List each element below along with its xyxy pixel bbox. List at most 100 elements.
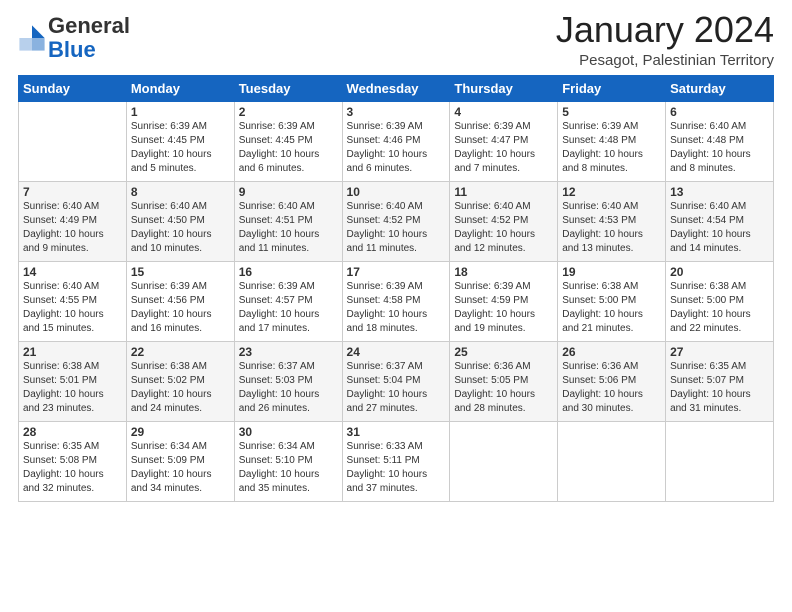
day-number: 1 <box>131 105 230 119</box>
calendar-cell: 21Sunrise: 6:38 AM Sunset: 5:01 PM Dayli… <box>19 341 127 421</box>
calendar-cell: 20Sunrise: 6:38 AM Sunset: 5:00 PM Dayli… <box>666 261 774 341</box>
day-number: 14 <box>23 265 122 279</box>
calendar-cell: 1Sunrise: 6:39 AM Sunset: 4:45 PM Daylig… <box>126 101 234 181</box>
day-number: 10 <box>347 185 446 199</box>
day-number: 17 <box>347 265 446 279</box>
day-number: 18 <box>454 265 553 279</box>
calendar-cell: 8Sunrise: 6:40 AM Sunset: 4:50 PM Daylig… <box>126 181 234 261</box>
day-number: 9 <box>239 185 338 199</box>
calendar-cell: 27Sunrise: 6:35 AM Sunset: 5:07 PM Dayli… <box>666 341 774 421</box>
header: General Blue January 2024 Pesagot, Pales… <box>18 10 774 69</box>
day-number: 5 <box>562 105 661 119</box>
subtitle: Pesagot, Palestinian Territory <box>556 52 774 69</box>
day-header-monday: Monday <box>126 75 234 101</box>
logo-blue: Blue <box>48 37 96 62</box>
day-info: Sunrise: 6:36 AM Sunset: 5:05 PM Dayligh… <box>454 360 553 416</box>
calendar-cell: 24Sunrise: 6:37 AM Sunset: 5:04 PM Dayli… <box>342 341 450 421</box>
day-info: Sunrise: 6:39 AM Sunset: 4:59 PM Dayligh… <box>454 280 553 336</box>
day-number: 29 <box>131 425 230 439</box>
calendar-cell: 23Sunrise: 6:37 AM Sunset: 5:03 PM Dayli… <box>234 341 342 421</box>
calendar-cell: 15Sunrise: 6:39 AM Sunset: 4:56 PM Dayli… <box>126 261 234 341</box>
calendar-header-row: SundayMondayTuesdayWednesdayThursdayFrid… <box>19 75 774 101</box>
day-info: Sunrise: 6:33 AM Sunset: 5:11 PM Dayligh… <box>347 440 446 496</box>
calendar-cell: 29Sunrise: 6:34 AM Sunset: 5:09 PM Dayli… <box>126 421 234 501</box>
day-info: Sunrise: 6:40 AM Sunset: 4:50 PM Dayligh… <box>131 200 230 256</box>
calendar-cell: 5Sunrise: 6:39 AM Sunset: 4:48 PM Daylig… <box>558 101 666 181</box>
day-number: 28 <box>23 425 122 439</box>
day-info: Sunrise: 6:39 AM Sunset: 4:56 PM Dayligh… <box>131 280 230 336</box>
day-number: 22 <box>131 345 230 359</box>
day-info: Sunrise: 6:39 AM Sunset: 4:47 PM Dayligh… <box>454 120 553 176</box>
day-number: 24 <box>347 345 446 359</box>
calendar-cell: 12Sunrise: 6:40 AM Sunset: 4:53 PM Dayli… <box>558 181 666 261</box>
calendar-cell: 10Sunrise: 6:40 AM Sunset: 4:52 PM Dayli… <box>342 181 450 261</box>
day-number: 15 <box>131 265 230 279</box>
day-info: Sunrise: 6:38 AM Sunset: 5:00 PM Dayligh… <box>562 280 661 336</box>
week-row-2: 7Sunrise: 6:40 AM Sunset: 4:49 PM Daylig… <box>19 181 774 261</box>
calendar-cell: 7Sunrise: 6:40 AM Sunset: 4:49 PM Daylig… <box>19 181 127 261</box>
day-number: 12 <box>562 185 661 199</box>
day-number: 6 <box>670 105 769 119</box>
day-info: Sunrise: 6:40 AM Sunset: 4:54 PM Dayligh… <box>670 200 769 256</box>
day-info: Sunrise: 6:40 AM Sunset: 4:51 PM Dayligh… <box>239 200 338 256</box>
day-info: Sunrise: 6:38 AM Sunset: 5:02 PM Dayligh… <box>131 360 230 416</box>
day-number: 27 <box>670 345 769 359</box>
day-info: Sunrise: 6:40 AM Sunset: 4:49 PM Dayligh… <box>23 200 122 256</box>
day-info: Sunrise: 6:38 AM Sunset: 5:01 PM Dayligh… <box>23 360 122 416</box>
day-info: Sunrise: 6:40 AM Sunset: 4:48 PM Dayligh… <box>670 120 769 176</box>
calendar-cell: 4Sunrise: 6:39 AM Sunset: 4:47 PM Daylig… <box>450 101 558 181</box>
calendar-cell <box>666 421 774 501</box>
calendar-cell: 16Sunrise: 6:39 AM Sunset: 4:57 PM Dayli… <box>234 261 342 341</box>
calendar-cell: 11Sunrise: 6:40 AM Sunset: 4:52 PM Dayli… <box>450 181 558 261</box>
title-block: January 2024 Pesagot, Palestinian Territ… <box>556 10 774 69</box>
calendar-cell: 3Sunrise: 6:39 AM Sunset: 4:46 PM Daylig… <box>342 101 450 181</box>
day-number: 13 <box>670 185 769 199</box>
day-number: 7 <box>23 185 122 199</box>
day-number: 20 <box>670 265 769 279</box>
day-info: Sunrise: 6:40 AM Sunset: 4:53 PM Dayligh… <box>562 200 661 256</box>
calendar-cell: 31Sunrise: 6:33 AM Sunset: 5:11 PM Dayli… <box>342 421 450 501</box>
day-info: Sunrise: 6:35 AM Sunset: 5:08 PM Dayligh… <box>23 440 122 496</box>
day-info: Sunrise: 6:40 AM Sunset: 4:52 PM Dayligh… <box>454 200 553 256</box>
day-info: Sunrise: 6:39 AM Sunset: 4:57 PM Dayligh… <box>239 280 338 336</box>
day-info: Sunrise: 6:35 AM Sunset: 5:07 PM Dayligh… <box>670 360 769 416</box>
day-info: Sunrise: 6:40 AM Sunset: 4:55 PM Dayligh… <box>23 280 122 336</box>
calendar-cell: 2Sunrise: 6:39 AM Sunset: 4:45 PM Daylig… <box>234 101 342 181</box>
day-info: Sunrise: 6:39 AM Sunset: 4:58 PM Dayligh… <box>347 280 446 336</box>
week-row-5: 28Sunrise: 6:35 AM Sunset: 5:08 PM Dayli… <box>19 421 774 501</box>
day-number: 3 <box>347 105 446 119</box>
week-row-4: 21Sunrise: 6:38 AM Sunset: 5:01 PM Dayli… <box>19 341 774 421</box>
calendar-cell: 22Sunrise: 6:38 AM Sunset: 5:02 PM Dayli… <box>126 341 234 421</box>
day-number: 26 <box>562 345 661 359</box>
day-info: Sunrise: 6:37 AM Sunset: 5:03 PM Dayligh… <box>239 360 338 416</box>
calendar-cell: 26Sunrise: 6:36 AM Sunset: 5:06 PM Dayli… <box>558 341 666 421</box>
day-header-sunday: Sunday <box>19 75 127 101</box>
calendar: SundayMondayTuesdayWednesdayThursdayFrid… <box>18 75 774 502</box>
day-info: Sunrise: 6:34 AM Sunset: 5:10 PM Dayligh… <box>239 440 338 496</box>
day-info: Sunrise: 6:36 AM Sunset: 5:06 PM Dayligh… <box>562 360 661 416</box>
day-number: 23 <box>239 345 338 359</box>
day-header-saturday: Saturday <box>666 75 774 101</box>
day-info: Sunrise: 6:40 AM Sunset: 4:52 PM Dayligh… <box>347 200 446 256</box>
day-number: 19 <box>562 265 661 279</box>
day-header-wednesday: Wednesday <box>342 75 450 101</box>
calendar-cell: 25Sunrise: 6:36 AM Sunset: 5:05 PM Dayli… <box>450 341 558 421</box>
calendar-cell <box>558 421 666 501</box>
day-info: Sunrise: 6:38 AM Sunset: 5:00 PM Dayligh… <box>670 280 769 336</box>
calendar-cell <box>19 101 127 181</box>
day-header-thursday: Thursday <box>450 75 558 101</box>
day-number: 25 <box>454 345 553 359</box>
logo-icon <box>18 24 46 52</box>
calendar-cell: 28Sunrise: 6:35 AM Sunset: 5:08 PM Dayli… <box>19 421 127 501</box>
calendar-cell: 13Sunrise: 6:40 AM Sunset: 4:54 PM Dayli… <box>666 181 774 261</box>
day-number: 11 <box>454 185 553 199</box>
day-info: Sunrise: 6:34 AM Sunset: 5:09 PM Dayligh… <box>131 440 230 496</box>
month-title: January 2024 <box>556 10 774 50</box>
day-info: Sunrise: 6:39 AM Sunset: 4:45 PM Dayligh… <box>239 120 338 176</box>
calendar-cell: 9Sunrise: 6:40 AM Sunset: 4:51 PM Daylig… <box>234 181 342 261</box>
day-number: 2 <box>239 105 338 119</box>
day-header-friday: Friday <box>558 75 666 101</box>
day-number: 16 <box>239 265 338 279</box>
calendar-cell: 30Sunrise: 6:34 AM Sunset: 5:10 PM Dayli… <box>234 421 342 501</box>
day-number: 21 <box>23 345 122 359</box>
